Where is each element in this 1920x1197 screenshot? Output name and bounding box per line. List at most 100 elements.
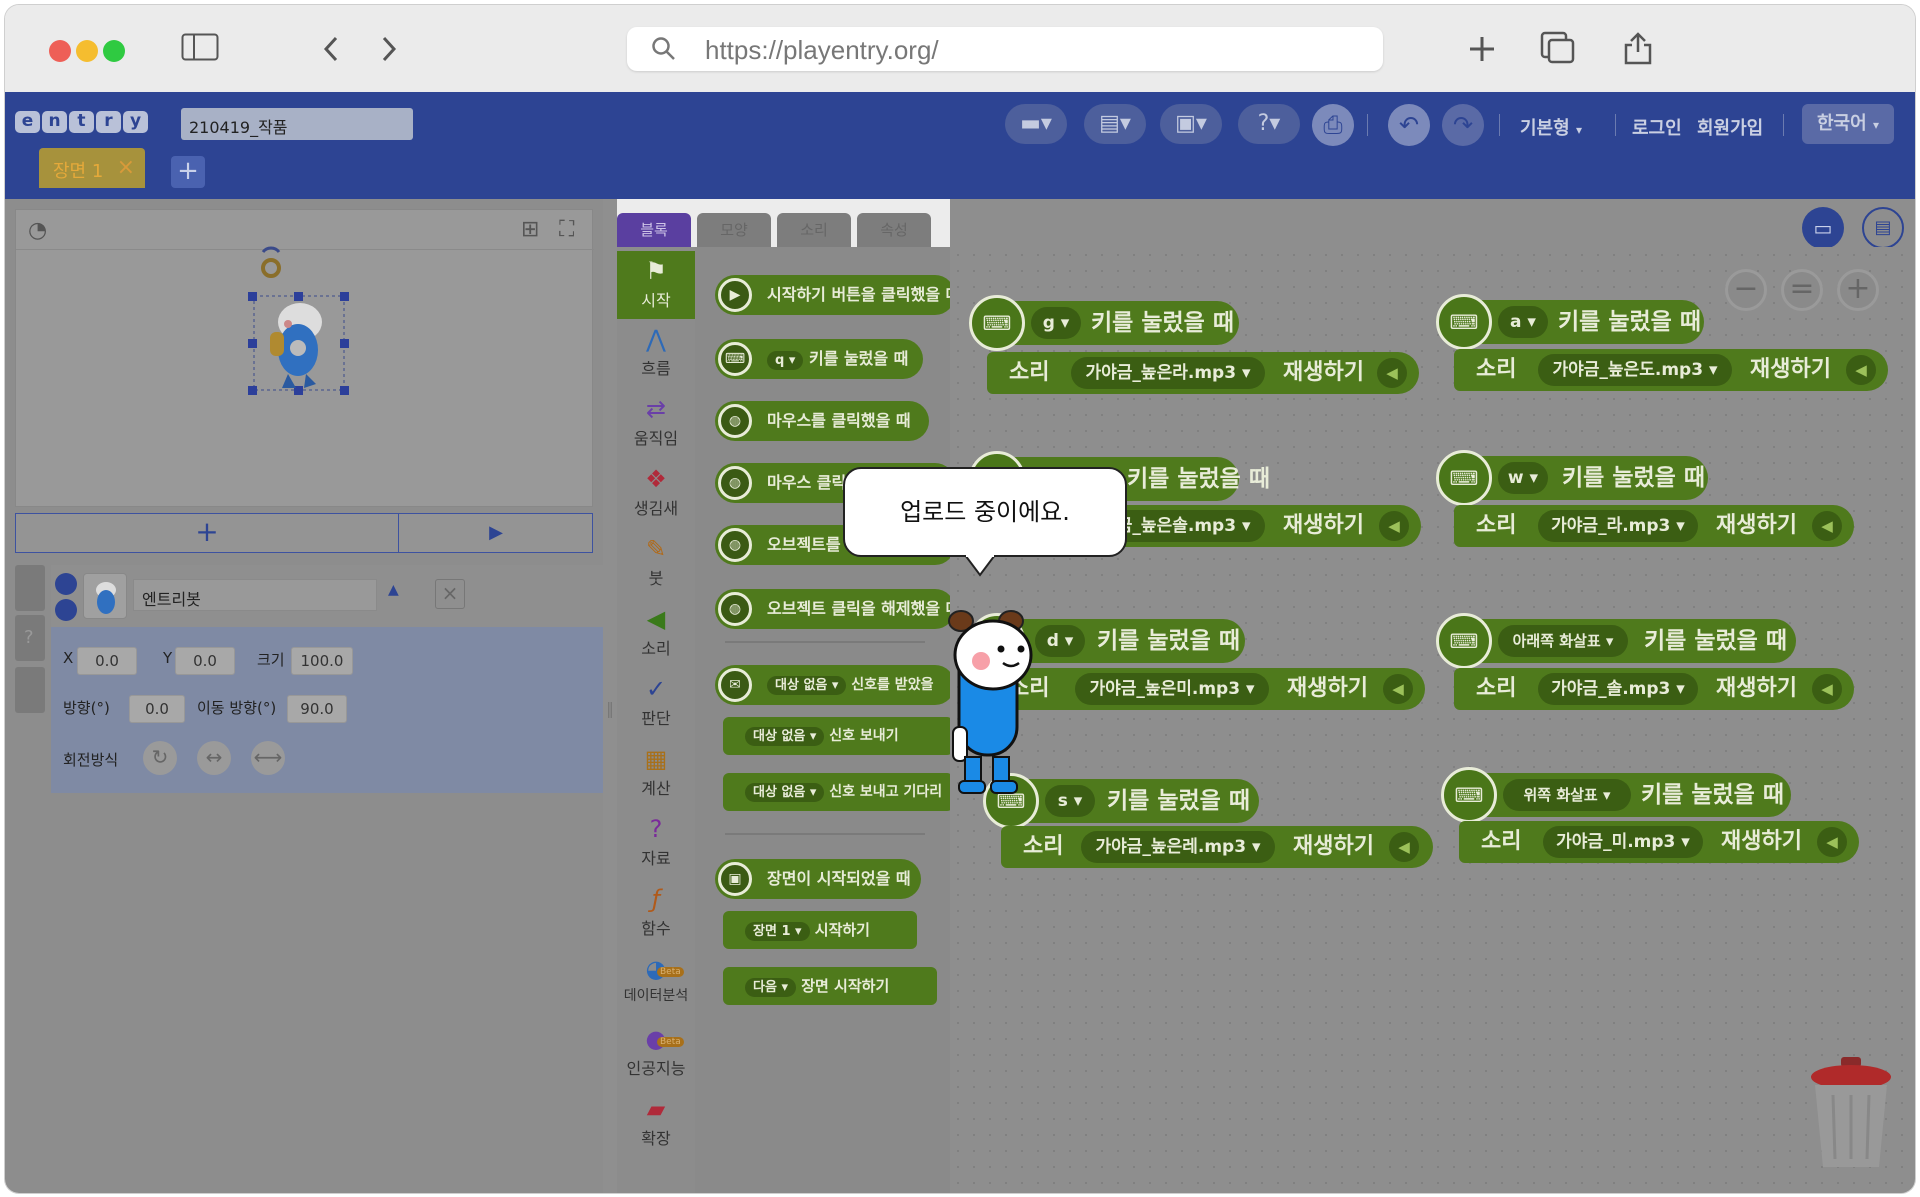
direction-input[interactable]: 0.0 xyxy=(129,695,185,723)
tab-sounds[interactable]: 소리 xyxy=(777,213,851,247)
signup-link[interactable]: 회원가입 xyxy=(1697,114,1763,140)
category-sound[interactable]: ◀ 소리 xyxy=(617,599,695,667)
console-tab[interactable] xyxy=(15,667,45,713)
category-calc[interactable]: ▦ 계산 xyxy=(617,739,695,807)
print-button[interactable]: ⎙ xyxy=(1312,104,1354,146)
x-input[interactable]: 0.0 xyxy=(77,647,137,675)
fullscreen-icon[interactable]: ⛶ xyxy=(559,217,574,242)
scene-tab[interactable]: 장면 1 × xyxy=(39,148,145,188)
script-a-hat[interactable]: ⌨ a ▾ 키를 눌렀을 때 xyxy=(1436,294,1704,350)
category-function[interactable]: ƒ 함수 xyxy=(617,879,695,947)
undo-button[interactable]: ↶ xyxy=(1388,104,1430,146)
category-looks[interactable]: ❖ 생김새 xyxy=(617,459,695,527)
block-send-signal-and-wait[interactable]: 대상 없음 ▾ 신호 보내고 기다리 xyxy=(723,773,953,811)
close-scene-icon[interactable]: × xyxy=(117,155,135,180)
block-when-mouse-clicked[interactable]: ◍ 마우스를 클릭했을 때 xyxy=(715,401,929,441)
size-input[interactable]: 100.0 xyxy=(291,647,353,675)
script-a-play-sound[interactable]: 소리 가야금_높은도.mp3 ▾ 재생하기 ◀ xyxy=(1454,349,1888,391)
chevron-up-icon[interactable]: ▲ xyxy=(388,582,399,598)
entrybot-sprite[interactable] xyxy=(248,288,356,396)
block-when-scene-started[interactable]: ▣ 장면이 시작되었을 때 xyxy=(715,859,921,899)
sound-file-dropdown[interactable]: 가야금_높은미.mp3 ▾ xyxy=(1075,673,1269,705)
sound-file-dropdown[interactable]: 가야금_높은도.mp3 ▾ xyxy=(1538,354,1732,386)
basic-mode-menu[interactable]: 기본형 ▾ xyxy=(1520,114,1582,140)
zoom-out-button[interactable]: − xyxy=(1725,269,1767,311)
tabs-overview-icon[interactable] xyxy=(1540,31,1576,71)
sound-file-dropdown[interactable]: 가야금_미.mp3 ▾ xyxy=(1543,826,1703,858)
script-up-arrow-play-sound[interactable]: 소리 가야금_미.mp3 ▾ 재생하기 ◀ xyxy=(1459,821,1859,863)
pane-resizer[interactable]: ‖ xyxy=(603,199,617,1193)
block-when-signal-received[interactable]: ✉ 대상 없음 ▾ 신호를 받았을 xyxy=(715,665,955,705)
signal-dropdown[interactable]: 대상 없음 ▾ xyxy=(767,676,847,695)
y-input[interactable]: 0.0 xyxy=(175,647,235,675)
login-link[interactable]: 로그인 xyxy=(1632,114,1682,140)
tab-blocks[interactable]: 블록 xyxy=(617,213,691,247)
script-w-play-sound[interactable]: 소리 가야금_라.mp3 ▾ 재생하기 ◀ xyxy=(1454,505,1854,547)
close-window-button[interactable] xyxy=(49,40,71,62)
block-start-next-scene[interactable]: 다음 ▾ 장면 시작하기 xyxy=(723,967,937,1005)
zoom-in-button[interactable]: + xyxy=(1837,269,1879,311)
zoom-reset-button[interactable]: = xyxy=(1781,269,1823,311)
rotation-handle-icon[interactable] xyxy=(251,242,291,282)
category-flow[interactable]: ⋀ 흐름 xyxy=(617,319,695,387)
tab-shapes[interactable]: 모양 xyxy=(697,213,771,247)
grid-icon[interactable]: ⊞ xyxy=(521,217,539,242)
project-name-input[interactable]: 210419_작품 xyxy=(181,108,413,140)
move-direction-input[interactable]: 90.0 xyxy=(287,695,347,723)
sound-file-dropdown[interactable]: 가야금_높은라.mp3 ▾ xyxy=(1071,357,1265,389)
file-dropdown[interactable]: ▤▾ xyxy=(1084,104,1146,144)
category-start[interactable]: ⚑ 시작 xyxy=(617,251,695,319)
visibility-eye-icon[interactable] xyxy=(55,573,77,595)
new-tab-icon[interactable] xyxy=(1468,35,1496,69)
object-list-tab[interactable] xyxy=(15,565,45,611)
object-name-input[interactable]: 엔트리봇 xyxy=(133,579,377,611)
category-data[interactable]: ? 자료 xyxy=(617,809,695,877)
lock-icon[interactable] xyxy=(55,599,77,621)
category-move[interactable]: ⇄ 움직임 xyxy=(617,389,695,457)
add-object-button[interactable]: + xyxy=(16,514,399,552)
key-dropdown[interactable]: w ▾ xyxy=(1498,462,1548,494)
rotate-horizontal-icon[interactable]: ↔ xyxy=(197,741,231,775)
category-ai[interactable]: ● 인공지능 Beta xyxy=(617,1019,695,1087)
script-down-arrow-hat[interactable]: ⌨ 아래쪽 화살표 ▾ 키를 눌렀을 때 xyxy=(1436,613,1796,669)
run-button[interactable]: ▶ xyxy=(400,514,592,552)
save-dropdown[interactable]: ▣▾ xyxy=(1160,104,1222,144)
help-dropdown[interactable]: ?▾ xyxy=(1238,104,1300,144)
back-icon[interactable] xyxy=(323,35,339,69)
script-g-hat[interactable]: ⌨ g ▾ 키를 눌렀을 때 xyxy=(969,295,1239,351)
rotate-none-icon[interactable]: ⟷ xyxy=(251,741,285,775)
category-brush[interactable]: ✎ 붓 xyxy=(617,529,695,597)
key-dropdown[interactable]: 아래쪽 화살표 ▾ xyxy=(1498,625,1628,657)
script-down-arrow-play-sound[interactable]: 소리 가야금_솔.mp3 ▾ 재생하기 ◀ xyxy=(1454,668,1854,710)
category-judge[interactable]: ✓ 판단 xyxy=(617,669,695,737)
key-dropdown[interactable]: a ▾ xyxy=(1498,306,1548,338)
sound-file-dropdown[interactable]: 가야금_솔.mp3 ▾ xyxy=(1538,673,1698,705)
script-d-play-sound[interactable]: 소리 가야금_높은미.mp3 ▾ 재생하기 ◀ xyxy=(987,668,1425,710)
signal-dropdown[interactable]: 대상 없음 ▾ xyxy=(745,727,825,746)
speed-gauge-icon[interactable]: ◔ xyxy=(28,218,47,243)
script-s-play-sound[interactable]: 소리 가야금_높은레.mp3 ▾ 재생하기 ◀ xyxy=(1001,826,1433,868)
trash-can-icon[interactable] xyxy=(1807,1055,1895,1173)
sound-file-dropdown[interactable]: 가야금_높은레.mp3 ▾ xyxy=(1081,831,1275,863)
sound-file-dropdown[interactable]: 가야금_라.mp3 ▾ xyxy=(1538,510,1698,542)
category-analysis[interactable]: ◕ 데이터분석 Beta xyxy=(617,949,695,1017)
script-g-play-sound[interactable]: 소리 가야금_높은라.mp3 ▾ 재생하기 ◀ xyxy=(987,352,1419,394)
help-tab[interactable]: ? xyxy=(15,615,45,661)
stage[interactable]: ◔ ⊞ ⛶ xyxy=(15,209,594,507)
chat-icon[interactable]: ▭ xyxy=(1802,207,1844,249)
tab-properties[interactable]: 속성 xyxy=(857,213,931,247)
sidebar-toggle-icon[interactable] xyxy=(181,33,219,67)
key-dropdown[interactable]: s ▾ xyxy=(1045,785,1095,817)
backpack-icon[interactable]: ▤ xyxy=(1862,207,1904,249)
add-scene-button[interactable]: + xyxy=(171,156,205,188)
redo-button[interactable]: ↷ xyxy=(1442,104,1484,146)
block-send-signal[interactable]: 대상 없음 ▾ 신호 보내기 xyxy=(723,717,953,755)
object-row[interactable]: 엔트리봇 ▲ × xyxy=(51,565,603,627)
key-dropdown[interactable]: 위쪽 화살표 ▾ xyxy=(1503,779,1631,811)
share-icon[interactable] xyxy=(1623,31,1653,71)
minimize-window-button[interactable] xyxy=(76,40,98,62)
script-w-hat[interactable]: ⌨ w ▾ 키를 눌렀을 때 xyxy=(1436,450,1708,506)
delete-object-button[interactable]: × xyxy=(435,579,465,609)
mode-dropdown[interactable]: ▬▾ xyxy=(1005,104,1067,144)
key-dropdown[interactable]: g ▾ xyxy=(1031,307,1081,339)
